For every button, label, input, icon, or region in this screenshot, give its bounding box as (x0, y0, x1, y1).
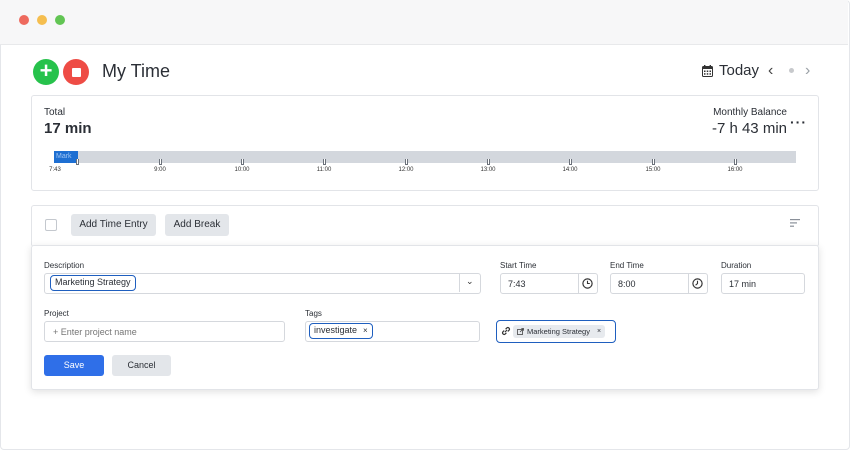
duration-label: Duration (721, 261, 752, 270)
timeline-tick-label: 9:00 (154, 167, 166, 173)
tags-label: Tags (305, 309, 322, 318)
timeline-tick-label: 16:00 (727, 167, 743, 173)
timeline-tick (652, 159, 655, 165)
description-label: Description (44, 261, 85, 270)
monthly-balance-value: -7 h 43 min (711, 120, 787, 137)
day-timeline: Mark (54, 151, 796, 163)
clock-icon[interactable] (582, 278, 593, 289)
add-break-button[interactable]: Add Break (165, 214, 229, 236)
sort-icon[interactable] (790, 219, 800, 227)
add-time-entry-button[interactable]: Add Time Entry (71, 214, 156, 236)
timeline-tick (487, 159, 490, 165)
remove-link-icon[interactable]: × (597, 325, 601, 338)
timeline-entry-segment[interactable]: Mark (54, 151, 78, 163)
timeline-tick (734, 159, 737, 165)
timeline-tick-label: 15:00 (645, 167, 661, 173)
divider (688, 274, 689, 294)
linked-item-chip[interactable]: Marketing Strategy × (513, 325, 606, 338)
timeline-tick-label: 7:43 (49, 167, 61, 173)
cancel-button[interactable]: Cancel (112, 355, 171, 376)
timeline-tick (323, 159, 326, 165)
current-day-dot[interactable] (789, 68, 794, 73)
today-label: Today (719, 62, 760, 79)
select-all-checkbox[interactable] (45, 219, 57, 231)
tag-chip-label: investigate (314, 325, 358, 335)
description-chip[interactable]: Marketing Strategy (50, 275, 136, 291)
timeline-tick (159, 159, 162, 165)
chevron-right-icon[interactable]: › (805, 62, 810, 80)
timeline-tick-label: 10:00 (234, 167, 250, 173)
plus-icon: + (39, 58, 53, 83)
stop-timer-button[interactable] (63, 59, 89, 85)
clock-icon[interactable] (692, 278, 703, 289)
timeline-tick-label: 12:00 (398, 167, 414, 173)
close-window-button[interactable] (19, 15, 29, 25)
chevron-down-icon[interactable]: ⌄ (466, 276, 474, 287)
timeline-tick (405, 159, 408, 165)
end-time-value: 8:00 (618, 279, 636, 289)
divider (459, 274, 460, 292)
summary-card (31, 95, 819, 191)
calendar-icon (702, 64, 713, 77)
chevron-left-icon[interactable]: ‹ (768, 62, 773, 80)
timeline-tick-label: 11:00 (316, 167, 332, 173)
date-picker[interactable]: Today (702, 62, 759, 79)
title-bar (0, 0, 848, 45)
minimize-window-button[interactable] (37, 15, 47, 25)
add-entry-button[interactable]: + (33, 59, 59, 85)
timeline-tick (76, 159, 79, 165)
total-value: 17 min (44, 120, 92, 137)
start-time-value: 7:43 (508, 279, 526, 289)
save-button[interactable]: Save (44, 355, 104, 376)
divider (578, 274, 579, 294)
timeline-tick (569, 159, 572, 165)
end-time-label: End Time (610, 261, 644, 270)
timeline-tick-label: 13:00 (480, 167, 496, 173)
project-label: Project (44, 309, 69, 318)
external-link-icon (517, 328, 524, 335)
page-title: My Time (102, 61, 171, 81)
timeline-tick-label: 14:00 (562, 167, 578, 173)
start-time-label: Start Time (500, 261, 537, 270)
linked-item-label: Marketing Strategy (527, 327, 590, 336)
timeline-tick (241, 159, 244, 165)
tag-chip[interactable]: investigate × (309, 323, 373, 339)
project-input[interactable] (44, 321, 285, 342)
more-options-icon[interactable]: ··· (790, 114, 807, 130)
total-label: Total (44, 107, 66, 118)
link-icon (501, 326, 511, 336)
maximize-window-button[interactable] (55, 15, 65, 25)
remove-tag-icon[interactable]: × (363, 326, 368, 335)
stop-icon (71, 67, 81, 77)
duration-value: 17 min (729, 279, 757, 289)
monthly-balance-label: Monthly Balance (713, 107, 787, 118)
